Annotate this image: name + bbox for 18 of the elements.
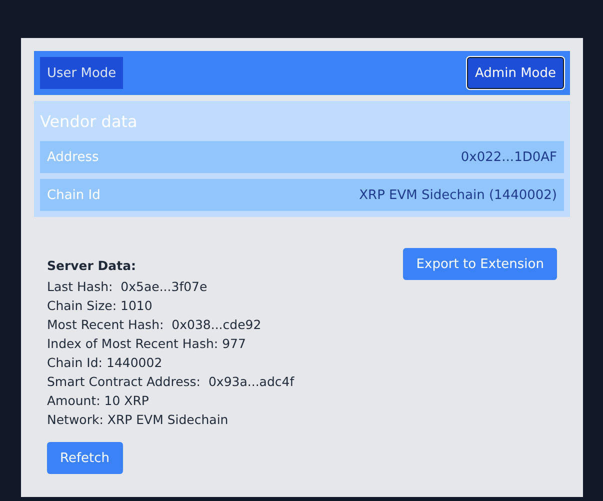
server-data-line: Last Hash: 0x5ae...3f07e [47, 278, 208, 296]
server-data-line: Network: XRP EVM Sidechain [47, 411, 230, 429]
vendor-title: Vendor data [40, 110, 138, 132]
server-data-line: Amount: 10 XRP [47, 392, 150, 410]
row-label: Chain Id [47, 188, 100, 202]
server-data-line: Chain Size: 1010 [47, 297, 154, 315]
server-data-line: Index of Most Recent Hash: 977 [47, 335, 247, 353]
row-value: XRP EVM Sidechain (1440002) [359, 188, 557, 202]
server-data-line: Chain Id: 1440002 [47, 354, 164, 372]
export-button[interactable]: Export to Extension [403, 248, 557, 280]
server-data-title: Server Data: [47, 258, 138, 273]
mode-button[interactable]: User Mode [40, 57, 124, 89]
refetch-button[interactable]: Refetch [47, 442, 123, 474]
row-label: Address [47, 150, 99, 164]
server-data-line: Most Recent Hash: 0x038...cde92 [47, 316, 262, 334]
row-value: 0x022...1D0AF [460, 150, 557, 164]
server-data-line: Smart Contract Address: 0x93a...adc4f [47, 373, 294, 391]
mode-button[interactable]: Admin Mode [467, 57, 564, 89]
